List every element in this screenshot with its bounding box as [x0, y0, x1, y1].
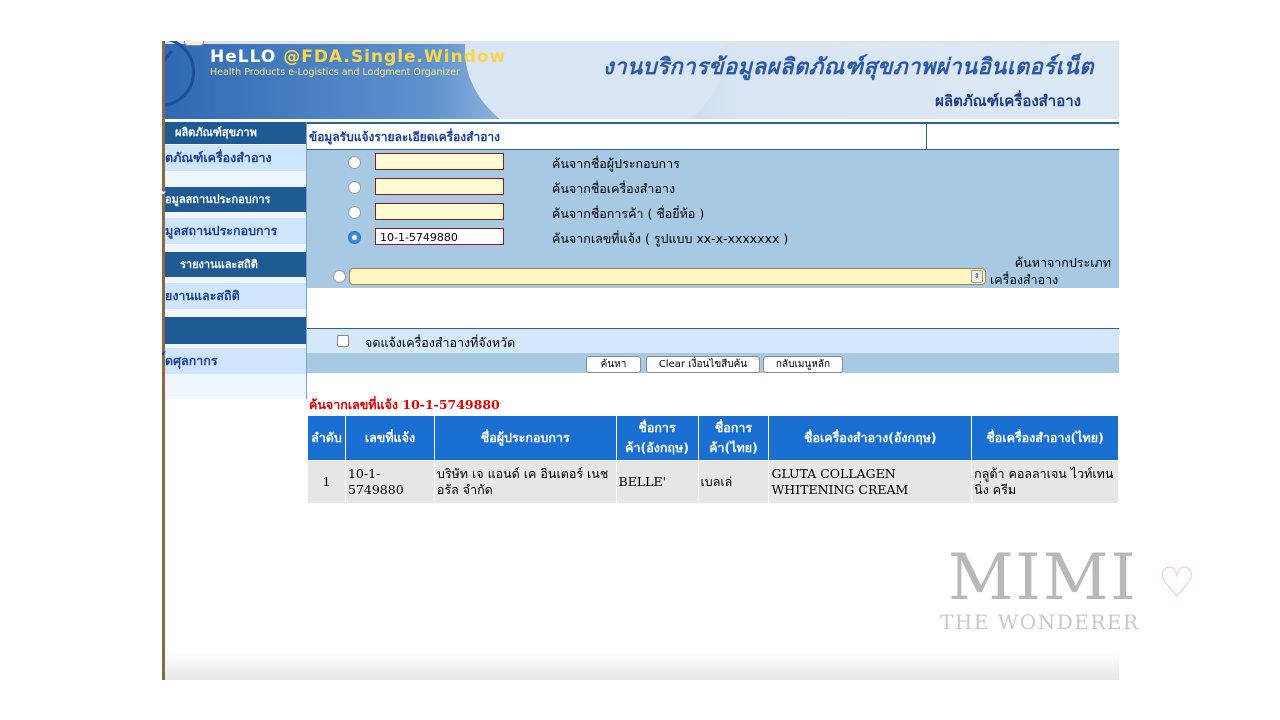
cell-cosmetic-th: กลูต้า คอลลาเจน ไวท์เทนนิ่ง ครีม [971, 460, 1119, 504]
result-title: ค้นจากเลขที่แจ้ง 10-1-5749880 [309, 397, 500, 412]
site-header: HeLLO @FDA.Single.Window Health Products… [165, 41, 1119, 119]
watermark-mimi: MIMI [948, 541, 1138, 615]
select-arrow-icon: ⇕ [971, 270, 983, 283]
col-header-trade-en: ชื่อการค้า(อังกฤษ) [615, 415, 699, 461]
operator-name-input[interactable] [375, 153, 504, 170]
sidebar-item-reports[interactable]: ยงานและสถิติ [165, 283, 306, 309]
province-checkbox[interactable] [337, 335, 349, 347]
col-header-trade-th: ชื่อการค้า(ไทย) [697, 415, 770, 461]
radio-cosmetic-name[interactable] [348, 181, 361, 194]
sidebar-item-cosmetics[interactable]: ตภัณฑ์เครื่องสำอาง [165, 145, 306, 171]
page-subtitle: ผลิตภัณฑ์เครื่องสำอาง [935, 92, 1081, 110]
page-title: งานบริการข้อมูลผลิตภัณฑ์สุขภาพผ่านอินเตอ… [603, 55, 1095, 80]
col-header-cosmetic-en: ชื่อเครื่องสำอาง(อังกฤษ) [768, 415, 973, 461]
province-label: จดแจ้งเครื่องสำอางที่จังหวัด [365, 335, 516, 350]
logo-tagline: Health Products e-Logistics and Lodgment… [210, 67, 460, 78]
breadcrumb: ข้อมูลรับแจ้งรายละเอียดเครื่องสำอาง [307, 122, 1119, 150]
logo-hello: HeLLO [210, 47, 277, 67]
results-header-row: ลำดับ เลขที่แจ้ง ชื่อผู้ประกอบการ ชื่อกา… [307, 415, 1119, 461]
logo-fda: @FDA.Single.Window [283, 47, 507, 67]
sidebar-header-reports: รายงานและสถิติ [165, 252, 306, 277]
cosmetic-name-label: ค้นจากชื่อเครื่องสำอาง [552, 181, 676, 196]
back-to-menu-button[interactable]: กลับเมนูหลัก [763, 356, 843, 373]
cell-trade-en: BELLE' [615, 460, 699, 504]
tab-handle-icon [184, 41, 204, 46]
notification-number-input[interactable]: 10-1-5749880 [375, 228, 504, 245]
watermark-tagline: THE WONDERER [940, 610, 1140, 634]
button-row: ค้นหา Clear เงื่อนไขสืบค้น กลับเมนูหลัก [307, 353, 1119, 373]
cell-cosmetic-en: GLUTA COLLAGEN WHITENING CREAM [768, 460, 973, 504]
sidebar: ผลิตภัณฑ์สุขภาพ ตภัณฑ์เครื่องสำอาง ้อมูล… [165, 122, 307, 399]
province-filter-row: จดแจ้งเครื่องสำอางที่จังหวัด [307, 328, 1119, 354]
search-button[interactable]: ค้นหา [586, 356, 641, 373]
window-bottom-shadow [165, 651, 1119, 680]
col-header-notification-no: เลขที่แจ้ง [344, 415, 435, 461]
col-header-operator: ชื่อผู้ประกอบการ [433, 415, 617, 461]
trade-name-label: ค้นจากชื่อการค้า ( ชื่อยี่ห้อ ) [552, 206, 705, 221]
cell-notification-no[interactable]: 10-1-5749880 [344, 460, 435, 504]
sidebar-item-customs[interactable]: ์ดศุลกากร [165, 348, 306, 374]
cell-order: 1 [307, 460, 346, 504]
clear-button[interactable]: Clear เงื่อนไขสืบค้น [646, 356, 760, 373]
watermark: MIMI ♡ THE WONDERER [940, 546, 1220, 636]
cosmetic-name-input[interactable] [375, 178, 504, 195]
radio-category[interactable] [333, 270, 346, 283]
category-select[interactable]: ⇕ [349, 268, 986, 285]
notification-number-label: ค้นจากเลขที่แจ้ง ( รูปแบบ xx-x-xxxxxxx ) [552, 231, 789, 246]
trade-name-input[interactable] [375, 203, 504, 220]
operator-name-label: ค้นจากชื่อผู้ประกอบการ [552, 156, 680, 171]
search-form: ค้นจากชื่อผู้ประกอบการ ค้นจากชื่อเครื่อง… [307, 150, 1119, 288]
category-label-line2: เครื่องสำอาง [990, 272, 1059, 287]
sidebar-blank-header [165, 317, 306, 344]
sidebar-item-establishments[interactable]: มูลสถานประกอบการ [165, 218, 306, 244]
site-logo[interactable]: HeLLO @FDA.Single.Window [210, 47, 506, 67]
results-table: ลำดับ เลขที่แจ้ง ชื่อผู้ประกอบการ ชื่อกา… [307, 415, 1119, 504]
table-row[interactable]: 1 10-1-5749880 บริษัท เจ แอนด์ เค อินเตอ… [307, 460, 1119, 504]
radio-notification-number[interactable] [348, 231, 361, 244]
cell-trade-th: เบลเล่ [697, 460, 770, 504]
sidebar-header-establishments: ้อมูลสถานประกอบการ [165, 187, 306, 212]
cell-operator: บริษัท เจ แอนด์ เค อินเตอร์ เนชอรัล จำกั… [433, 460, 617, 504]
breadcrumb-divider [926, 124, 927, 149]
heart-icon: ♡ [1158, 558, 1196, 607]
breadcrumb-text: ข้อมูลรับแจ้งรายละเอียดเครื่องสำอาง [309, 130, 501, 144]
radio-trade-name[interactable] [348, 206, 361, 219]
col-header-order: ลำดับ [307, 415, 346, 461]
radio-operator-name[interactable] [348, 156, 361, 169]
sidebar-header-health-products: ผลิตภัณฑ์สุขภาพ [165, 122, 306, 144]
col-header-cosmetic-th: ชื่อเครื่องสำอาง(ไทย) [971, 415, 1119, 461]
